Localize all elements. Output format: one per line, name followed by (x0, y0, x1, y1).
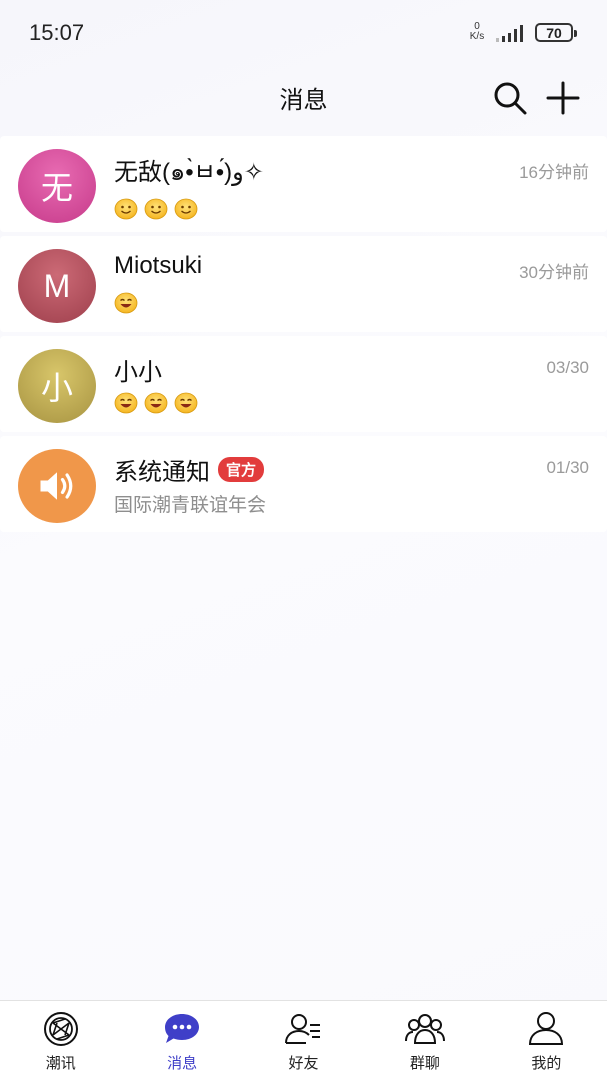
network-speed-unit: K/s (469, 31, 485, 42)
message-preview (114, 198, 198, 220)
conversation-item[interactable]: 系统通知 官方 01/30 国际潮青联谊年会 (0, 436, 607, 532)
conversation-name: 系统通知 (114, 459, 210, 486)
nav-item-chaoxun[interactable]: 潮讯 (0, 1001, 121, 1081)
nav-label: 消息 (167, 1055, 198, 1072)
message-preview (114, 392, 198, 414)
conversation-list: 无 无敌(๑•̀ㅂ•́)و✧ 16分钟前 M Miotsuki 30分钟前 小 … (0, 136, 607, 536)
search-button[interactable] (490, 78, 530, 118)
conversation-name: 无敌(๑•̀ㅂ•́)و✧ (114, 159, 264, 186)
conversation-time: 30分钟前 (519, 263, 589, 282)
smile-emoji-icon (174, 198, 198, 220)
nav-item-friends[interactable]: 好友 (243, 1001, 364, 1081)
network-speed: 0 K/s (466, 22, 488, 42)
nav-item-messages[interactable]: 消息 (121, 1001, 242, 1081)
grin-emoji-icon (174, 392, 198, 414)
conversation-item[interactable]: M Miotsuki 30分钟前 (0, 236, 607, 332)
search-icon (494, 82, 527, 115)
conversation-name: 小小 (114, 359, 162, 386)
message-preview: 国际潮青联谊年会 (114, 495, 267, 516)
avatar: M (18, 249, 96, 323)
status-time: 15:07 (29, 20, 85, 45)
conversation-time: 16分钟前 (519, 163, 589, 182)
grin-emoji-icon (144, 392, 168, 414)
message-preview (114, 292, 138, 314)
speaker-icon (40, 472, 73, 500)
smile-emoji-icon (114, 198, 138, 220)
plus-icon (546, 81, 580, 115)
battery-icon: 70 (535, 23, 577, 42)
header: 消息 (0, 64, 607, 134)
battery-level: 70 (546, 24, 562, 41)
conversation-time: 01/30 (546, 458, 589, 477)
add-button[interactable] (543, 78, 583, 118)
official-badge: 官方 (218, 457, 265, 482)
avatar-initial: 无 (40, 170, 73, 206)
nav-label: 我的 (531, 1055, 562, 1072)
avatar-initial: M (43, 267, 71, 304)
grin-emoji-icon (114, 392, 138, 414)
avatar-initial: 小 (40, 370, 73, 406)
chat-bubble-icon (165, 1014, 200, 1043)
friend-list-icon (284, 1014, 320, 1044)
avatar (18, 449, 96, 523)
avatar: 小 (18, 349, 96, 423)
nav-label: 好友 (288, 1055, 319, 1072)
status-bar: 15:07 0 K/s 70 (0, 0, 607, 64)
smile-emoji-icon (144, 198, 168, 220)
avatar: 无 (18, 149, 96, 223)
aperture-icon (43, 1012, 78, 1046)
nav-label: 潮讯 (45, 1055, 76, 1072)
conversation-item[interactable]: 无 无敌(๑•̀ㅂ•́)و✧ 16分钟前 (0, 136, 607, 232)
nav-label: 群聊 (409, 1055, 440, 1072)
conversation-time: 03/30 (546, 358, 589, 377)
group-icon (404, 1014, 445, 1044)
nav-item-me[interactable]: 我的 (486, 1001, 607, 1081)
conversation-item[interactable]: 小 小小 03/30 (0, 336, 607, 432)
signal-icon (496, 25, 523, 42)
person-icon (529, 1012, 564, 1045)
bottom-nav: 潮讯 消息 好友 群聊 我的 (0, 1000, 607, 1081)
nav-item-group-chat[interactable]: 群聊 (364, 1001, 485, 1081)
conversation-name: Miotsuki (114, 252, 203, 279)
grin-emoji-icon (114, 292, 138, 314)
